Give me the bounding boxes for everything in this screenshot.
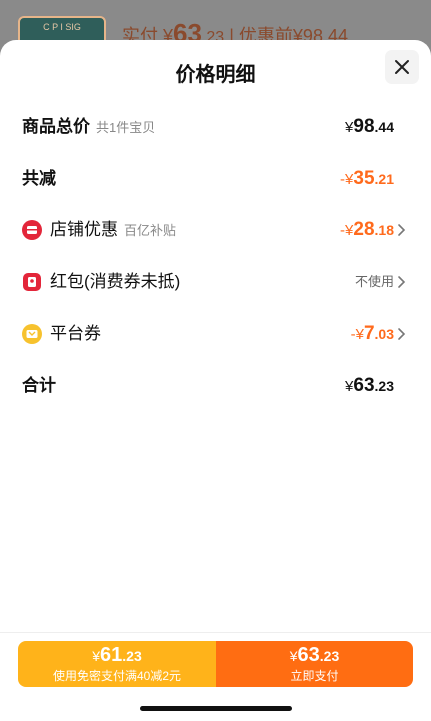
red-packet-value: 不使用 <box>354 274 394 289</box>
pay-now-label: 立即支付 <box>290 669 339 683</box>
value-currency: -¥ <box>340 222 354 239</box>
row-grand-total: 合计 ¥63.23 <box>0 371 431 401</box>
platform-coupon-value: -¥7.03 <box>351 319 394 349</box>
button-int: 61 <box>100 644 123 666</box>
store-discount-label: 店铺优惠 百亿补贴 <box>50 215 176 245</box>
row-platform-coupon[interactable]: 平台券 -¥7.03 <box>0 319 431 349</box>
value-int: 63 <box>353 375 375 396</box>
goods-count: 共1件宝贝 <box>96 120 156 135</box>
sheet-title: 价格明细 <box>175 64 256 86</box>
chevron-right-icon <box>398 328 406 340</box>
row-goods-total: 商品总价 共1件宝贝 ¥98.44 <box>0 112 431 142</box>
value-dec: .23 <box>374 378 394 394</box>
chevron-right-icon <box>398 276 406 288</box>
home-indicator[interactable] <box>140 706 292 711</box>
value-currency: -¥ <box>350 326 364 343</box>
grand-total-value: ¥63.23 <box>345 371 394 401</box>
price-detail-sheet: 价格明细 商品总价 共1件宝贝 ¥98.44 共减 -¥35.21 店铺优惠 百亿补… <box>0 40 431 720</box>
store-discount-tag: 百亿补贴 <box>124 223 177 238</box>
chevron-right-icon <box>398 224 406 236</box>
password-free-pay-label: 使用免密支付满40减2元 <box>52 669 182 683</box>
button-currency: ¥ <box>92 648 101 664</box>
store-discount-value: -¥28.18 <box>340 215 394 245</box>
button-dec: .23 <box>319 648 340 664</box>
button-dec: .23 <box>122 648 142 664</box>
pay-now-button[interactable]: ¥63.23 立即支付 <box>216 641 413 687</box>
goods-total-title: 商品总价 <box>22 117 90 136</box>
value-currency: -¥ <box>340 171 354 188</box>
red-packet-label: 红包(消费券未抵) <box>50 272 181 291</box>
total-discount-label: 共减 <box>22 169 56 188</box>
value-dec: .21 <box>374 171 394 187</box>
value-int: 7 <box>363 323 375 344</box>
platform-coupon-icon <box>22 324 42 344</box>
value-int: 98 <box>353 116 375 137</box>
goods-total-label: 商品总价 共1件宝贝 <box>22 112 155 142</box>
button-currency: ¥ <box>289 648 298 664</box>
store-discount-title: 店铺优惠 <box>50 220 118 239</box>
close-icon <box>395 60 409 74</box>
value-dec: .03 <box>374 326 394 342</box>
value-int: 35 <box>353 168 375 189</box>
value-dec: .44 <box>374 119 394 135</box>
grand-total-label: 合计 <box>22 376 56 395</box>
store-coupon-icon <box>22 220 42 240</box>
pay-now-amount: ¥63.23 <box>216 644 413 668</box>
thumbnail-text: C P I SIG <box>43 22 81 32</box>
total-discount-value: -¥35.21 <box>340 164 394 194</box>
red-packet-icon <box>23 273 41 291</box>
row-red-packet[interactable]: 红包(消费券未抵) 不使用 <box>0 267 431 297</box>
value-dec: .18 <box>374 222 394 238</box>
row-total-discount: 共减 -¥35.21 <box>0 164 431 194</box>
platform-coupon-label: 平台券 <box>50 324 101 343</box>
goods-total-value: ¥98.44 <box>345 112 394 142</box>
button-int: 63 <box>297 644 320 666</box>
row-store-discount[interactable]: 店铺优惠 百亿补贴 -¥28.18 <box>0 215 431 245</box>
close-button[interactable] <box>385 50 419 84</box>
value-int: 28 <box>353 219 375 240</box>
password-free-pay-amount: ¥61.23 <box>18 644 216 668</box>
password-free-pay-button[interactable]: ¥61.23 使用免密支付满40减2元 <box>18 641 216 687</box>
